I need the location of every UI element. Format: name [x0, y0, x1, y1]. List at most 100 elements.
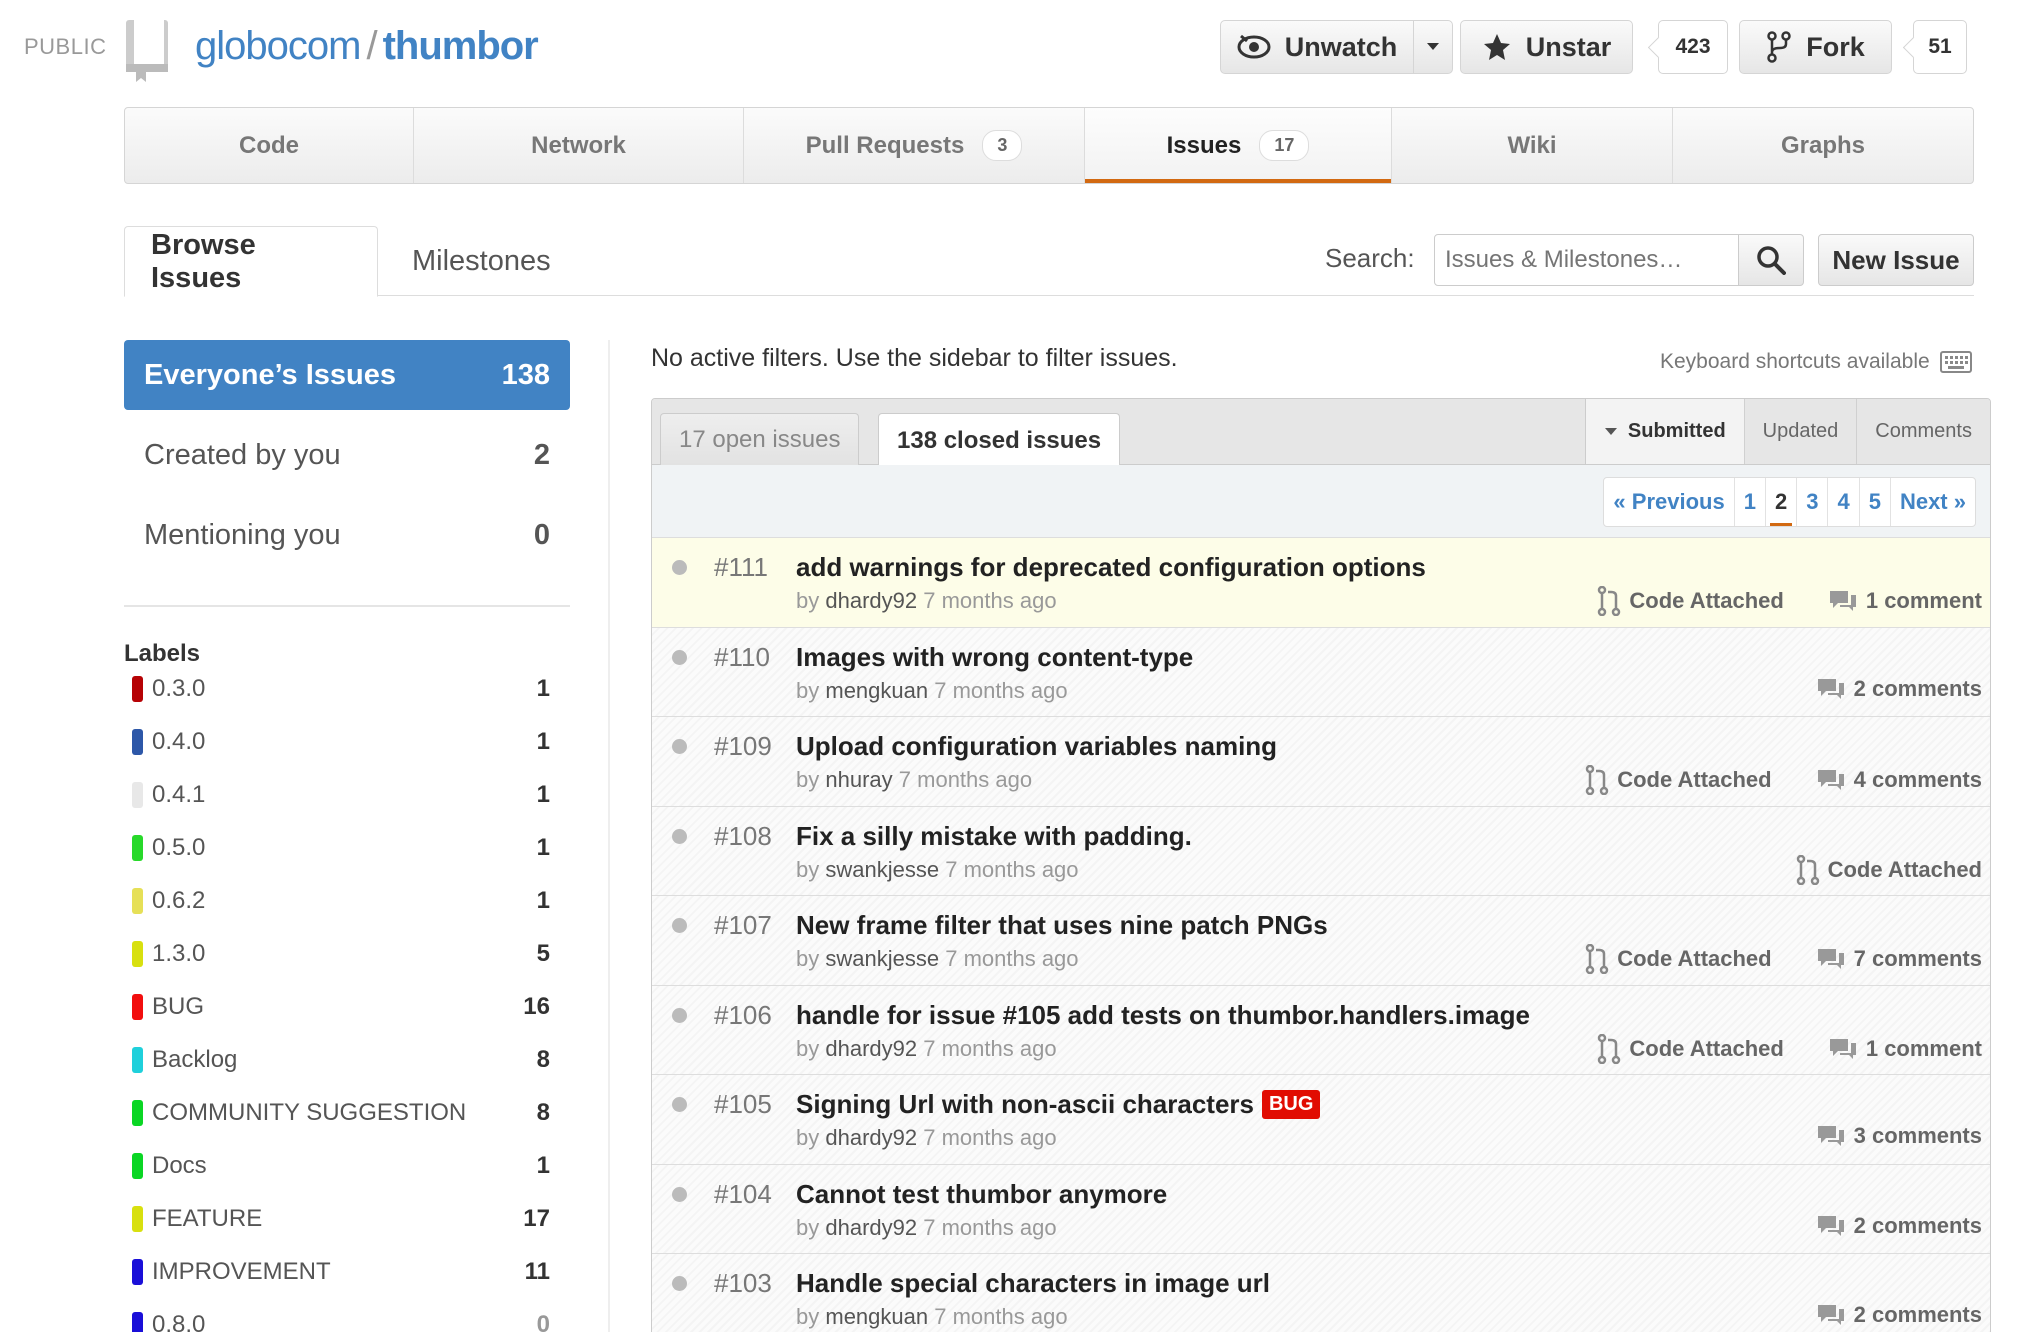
- comments-count: 2 comments: [1853, 1212, 1982, 1238]
- comments-indicator[interactable]: 2 comments: [1816, 676, 1982, 702]
- repo-owner-link[interactable]: globocom: [195, 24, 361, 68]
- label-color-swatch: [132, 1259, 143, 1285]
- issue-title-link[interactable]: Cannot test thumbor anymore: [796, 1179, 1167, 1210]
- issue-title-link[interactable]: Images with wrong content-type: [796, 642, 1193, 673]
- comments-indicator[interactable]: 3 comments: [1816, 1123, 1982, 1149]
- sort-comments[interactable]: Comments: [1856, 399, 1990, 464]
- label-filter-item[interactable]: 0.4.1 1: [132, 775, 550, 815]
- comments-indicator[interactable]: 1 comment: [1828, 588, 1982, 614]
- issue-row[interactable]: #104 Cannot test thumbor anymore by dhardy…: [652, 1164, 1990, 1254]
- issue-meta: by dhardy92 7 months ago: [796, 1125, 1057, 1151]
- issue-row[interactable]: #107 New frame filter that uses nine patc…: [652, 896, 1990, 986]
- code-attached-indicator[interactable]: Code Attached: [1597, 586, 1784, 616]
- label-color-swatch: [132, 1047, 143, 1073]
- issue-title-link[interactable]: Upload configuration variables naming: [796, 731, 1277, 762]
- subtab-milestones[interactable]: Milestones: [386, 226, 577, 296]
- label-filter-item[interactable]: 0.8.0 0: [132, 1305, 550, 1332]
- comments-indicator[interactable]: 2 comments: [1816, 1213, 1982, 1239]
- code-attached-indicator[interactable]: Code Attached: [1585, 944, 1772, 974]
- issue-author-link[interactable]: swankjesse: [825, 857, 939, 882]
- label-filter-item[interactable]: 0.3.0 1: [132, 669, 550, 709]
- new-issue-button[interactable]: New Issue: [1818, 234, 1974, 286]
- search-button[interactable]: [1738, 234, 1804, 286]
- sort-updated[interactable]: Updated: [1743, 399, 1857, 464]
- code-attached-indicator[interactable]: Code Attached: [1796, 854, 1982, 885]
- repo-name-link[interactable]: thumbor: [383, 24, 539, 68]
- label-filter-item[interactable]: 0.6.2 1: [132, 881, 550, 921]
- unstar-button[interactable]: Unstar: [1460, 20, 1633, 74]
- pagination-previous[interactable]: « Previous: [1604, 478, 1735, 526]
- filter-label: Created by you: [144, 438, 341, 471]
- open-issues-tab[interactable]: 17 open issues: [660, 413, 860, 466]
- filter-label: Mentioning you: [144, 518, 341, 551]
- issue-row[interactable]: #110 Images with wrong content-type by men…: [652, 627, 1990, 717]
- pagination-page-4[interactable]: 4: [1828, 478, 1860, 526]
- label-filter-item[interactable]: 0.5.0 1: [132, 828, 550, 868]
- code-attached-indicator[interactable]: Code Attached: [1597, 1033, 1784, 1064]
- issue-row[interactable]: #108 Fix a silly mistake with padding. by …: [652, 806, 1990, 896]
- fork-count[interactable]: 51: [1913, 20, 1967, 74]
- comments-indicator[interactable]: 2 comments: [1816, 1302, 1982, 1328]
- closed-issues-tab[interactable]: 138 closed issues: [878, 413, 1121, 467]
- comments-count: 1 comment: [1865, 1035, 1982, 1061]
- label-filter-item[interactable]: 1.3.0 5: [132, 934, 550, 974]
- tab-graphs[interactable]: Graphs: [1673, 108, 1973, 183]
- fork-button[interactable]: Fork: [1739, 20, 1892, 74]
- filter-mentioning-you[interactable]: Mentioning you 0: [124, 500, 570, 570]
- issue-author-link[interactable]: dhardy92: [825, 588, 917, 613]
- pagination-page-5[interactable]: 5: [1860, 478, 1891, 526]
- issue-title-link[interactable]: New frame filter that uses nine patch PN…: [796, 910, 1328, 941]
- tab-network[interactable]: Network: [414, 108, 744, 183]
- tab-issues[interactable]: Issues 17: [1085, 108, 1392, 183]
- comments-indicator[interactable]: 1 comment: [1828, 1036, 1982, 1062]
- filter-created-by-you[interactable]: Created by you 2: [124, 420, 570, 490]
- issue-author-link[interactable]: mengkuan: [825, 1304, 928, 1329]
- label-filter-item[interactable]: Docs 1: [132, 1146, 550, 1186]
- issue-author-link[interactable]: mengkuan: [825, 678, 928, 703]
- label-filter-item[interactable]: 0.4.0 1: [132, 722, 550, 762]
- issue-title-link[interactable]: handle for issue #105 add tests on thumb…: [796, 1000, 1530, 1031]
- issue-author-link[interactable]: dhardy92: [825, 1215, 917, 1240]
- issue-label-badge[interactable]: BUG: [1261, 1090, 1321, 1119]
- issue-row[interactable]: #106 handle for issue #105 add tests on t…: [652, 985, 1990, 1075]
- star-count[interactable]: 423: [1658, 20, 1728, 74]
- issue-title-link[interactable]: add warnings for deprecated configuratio…: [796, 552, 1426, 583]
- pagination-page-3[interactable]: 3: [1797, 478, 1829, 526]
- tab-wiki[interactable]: Wiki: [1392, 108, 1673, 183]
- issue-title-link[interactable]: Signing Url with non-ascii characters: [796, 1089, 1254, 1120]
- comments-indicator[interactable]: 4 comments: [1816, 767, 1982, 793]
- issue-author-link[interactable]: dhardy92: [825, 1125, 917, 1150]
- issue-title-link[interactable]: Handle special characters in image url: [796, 1268, 1270, 1299]
- code-attached-label: Code Attached: [1827, 856, 1982, 882]
- label-filter-item[interactable]: IMPROVEMENT 11: [132, 1252, 550, 1292]
- issue-by-text: by: [796, 1214, 820, 1240]
- sort-submitted[interactable]: Submitted: [1584, 399, 1744, 464]
- issue-author-link[interactable]: dhardy92: [825, 1036, 917, 1061]
- issue-title-link[interactable]: Fix a silly mistake with padding.: [796, 821, 1192, 852]
- watch-dropdown-button[interactable]: [1413, 20, 1453, 74]
- label-filter-item[interactable]: FEATURE 17: [132, 1199, 550, 1239]
- code-attached-indicator[interactable]: Code Attached: [1585, 765, 1772, 795]
- tab-code[interactable]: Code: [125, 108, 414, 183]
- issue-row[interactable]: #103 Handle special characters in image u…: [652, 1254, 1990, 1332]
- tab-pull-requests[interactable]: Pull Requests 3: [744, 108, 1085, 183]
- label-filter-item[interactable]: BUG 16: [132, 987, 550, 1027]
- issue-row[interactable]: #105 Signing Url with non-ascii character…: [652, 1075, 1990, 1165]
- comments-indicator[interactable]: 7 comments: [1816, 946, 1982, 972]
- filter-everyones-issues[interactable]: Everyone’s Issues 138: [124, 340, 570, 410]
- issue-author-link[interactable]: nhuray: [825, 767, 892, 792]
- issue-author-link[interactable]: swankjesse: [825, 946, 939, 971]
- issue-row[interactable]: #109 Upload configuration variables namin…: [652, 717, 1990, 807]
- pagination-page-1[interactable]: 1: [1735, 478, 1766, 526]
- issue-row[interactable]: #111 add warnings for deprecated configur…: [652, 538, 1990, 628]
- search-input[interactable]: [1434, 234, 1739, 286]
- unwatch-button[interactable]: Unwatch: [1220, 20, 1414, 74]
- comment-icon: [1829, 1038, 1856, 1059]
- label-filter-item[interactable]: COMMUNITY SUGGESTION 8: [132, 1093, 550, 1133]
- pagination-next[interactable]: Next »: [1891, 478, 1975, 526]
- issue-indicators: Code Attached 4 comments: [1585, 765, 1982, 795]
- keyboard-shortcuts-link[interactable]: Keyboard shortcuts available: [1660, 350, 1972, 374]
- subtab-browse-issues[interactable]: Browse Issues: [124, 226, 378, 297]
- label-filter-item[interactable]: Backlog 8: [132, 1040, 550, 1080]
- label-color-swatch: [132, 1206, 143, 1232]
